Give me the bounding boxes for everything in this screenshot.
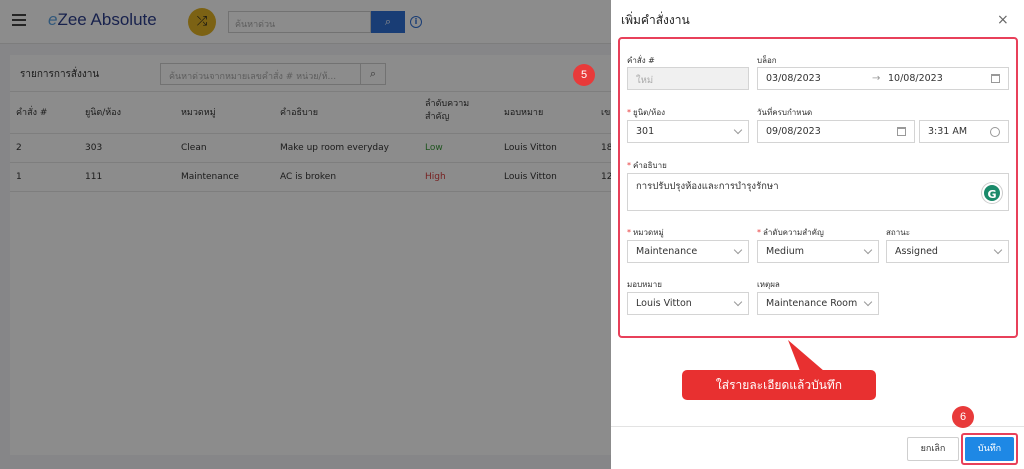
block-label: บล็อก [757, 56, 777, 65]
reason-select[interactable]: Maintenance Room [757, 292, 879, 315]
step-badge-5: 5 [573, 64, 595, 86]
status-select[interactable]: Assigned [886, 240, 1009, 263]
save-button[interactable]: บันทึก [965, 437, 1014, 461]
modal-overlay[interactable] [0, 0, 611, 469]
chevron-down-icon [863, 245, 873, 255]
order-number-field: ใหม่ [627, 67, 749, 90]
order-label: คำสั่ง # [627, 56, 655, 65]
category-label: * หมวดหมู่ [627, 228, 664, 237]
chevron-down-icon [733, 125, 743, 135]
grammarly-icon[interactable]: G [982, 183, 1002, 203]
unit-room-select[interactable]: 301 [627, 120, 749, 143]
chevron-down-icon [993, 245, 1003, 255]
block-from-date: 03/08/2023 [766, 73, 821, 84]
status-label: สถานะ [886, 228, 910, 237]
priority-label: * ลำดับความสำคัญ [757, 228, 824, 237]
due-date-label: วันที่ครบกำหนด [757, 108, 813, 117]
description-textarea[interactable]: การปรับปรุงห้องและการบำรุงรักษา G [627, 173, 1009, 211]
assignee-select[interactable]: Louis Vitton [627, 292, 749, 315]
clock-icon [990, 127, 1000, 137]
due-time-field[interactable]: 3:31 AM [919, 120, 1009, 143]
description-label: * คำอธิบาย [627, 161, 667, 170]
reason-label: เหตุผล [757, 280, 780, 289]
unit-label: * ยูนิต/ห้อง [627, 108, 666, 117]
close-icon[interactable]: × [997, 12, 1009, 28]
category-select[interactable]: Maintenance [627, 240, 749, 263]
instruction-callout: ใส่รายละเอียดแล้วบันทึก [682, 370, 876, 400]
callout-pointer [788, 340, 824, 371]
chevron-down-icon [863, 297, 873, 307]
priority-select[interactable]: Medium [757, 240, 879, 263]
block-date-range-field[interactable]: 03/08/2023 → 10/08/2023 [757, 67, 1009, 90]
chevron-down-icon [733, 297, 743, 307]
arrow-right-icon: → [872, 73, 881, 84]
block-to-date: 10/08/2023 [888, 73, 943, 84]
drawer-title: เพิ่มคำสั่งงาน [621, 13, 690, 27]
calendar-icon [897, 127, 906, 136]
due-date-field[interactable]: 09/08/2023 [757, 120, 915, 143]
calendar-icon [991, 74, 1000, 83]
cancel-button[interactable]: ยกเลิก [907, 437, 959, 461]
chevron-down-icon [733, 245, 743, 255]
assignee-label: มอบหมาย [627, 280, 662, 289]
step-badge-6: 6 [952, 406, 974, 428]
